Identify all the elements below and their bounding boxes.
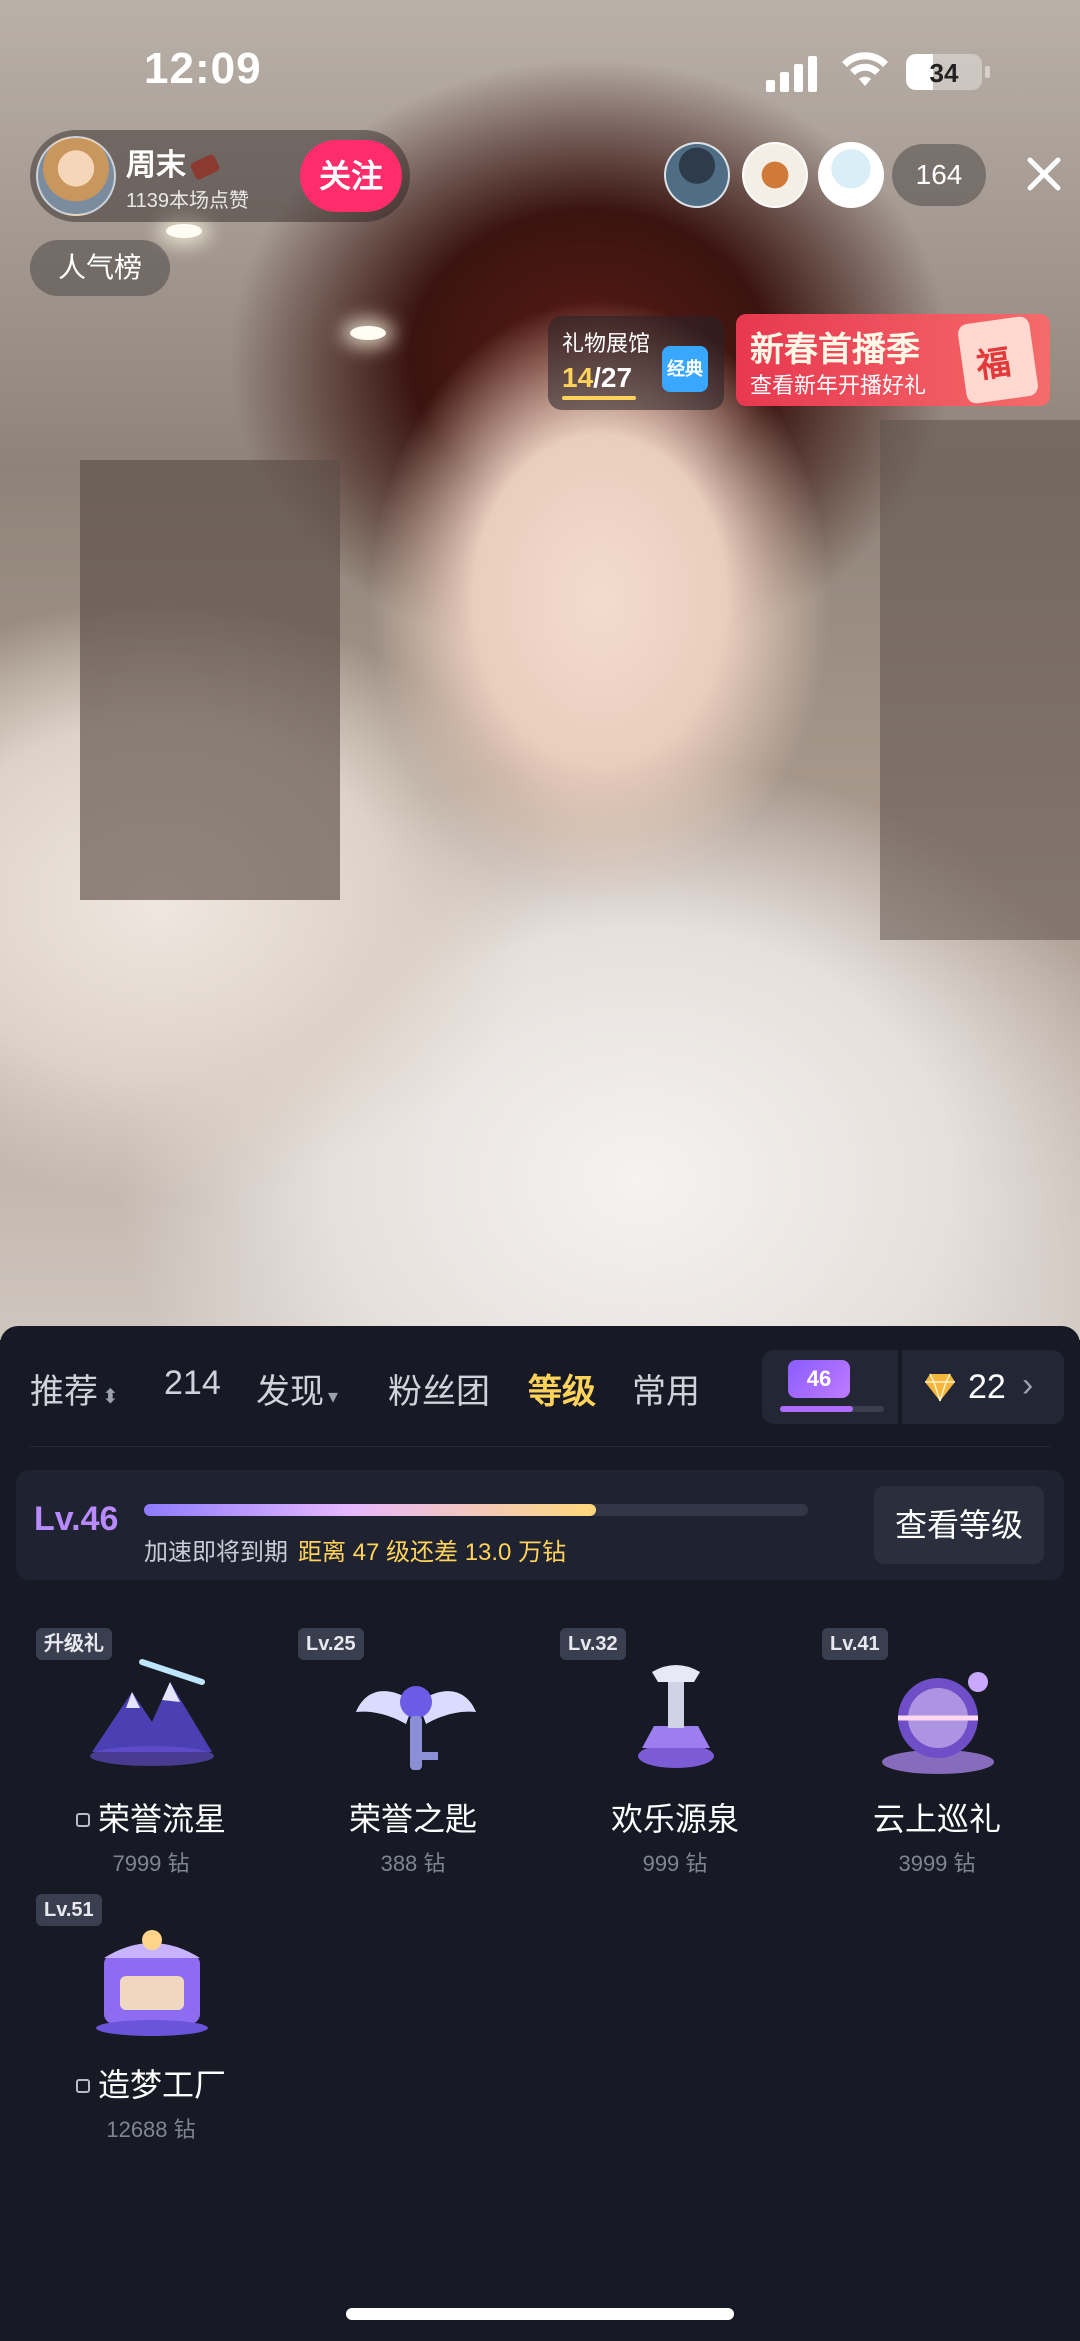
gift-item[interactable]: 升级礼 荣誉流星 7999 钻 bbox=[20, 1628, 282, 1878]
classic-tag: 经典 bbox=[662, 346, 708, 392]
divider bbox=[30, 1446, 1050, 1447]
gift-price: 999 钻 bbox=[642, 1851, 708, 1876]
boost-expiry-note: 加速即将到期 bbox=[144, 1539, 288, 1566]
promo-subtitle: 查看新年开播好礼 bbox=[750, 373, 927, 398]
tab-fan-club[interactable]: 粉丝团 bbox=[388, 1364, 490, 1413]
gift-name: 造梦工厂 bbox=[20, 2060, 282, 2106]
gift-tabs: 推荐 ⬍ 214 发现 ▾ 粉丝团 等级 常用 46 22 › bbox=[0, 1326, 1080, 1446]
home-indicator[interactable] bbox=[346, 2308, 734, 2320]
winged-key-icon bbox=[356, 1686, 476, 1770]
promo-title: 新春首播季 bbox=[750, 331, 920, 369]
follow-button[interactable]: 关注 bbox=[300, 140, 402, 212]
background-closet bbox=[80, 460, 340, 900]
gift-pavilion[interactable]: 礼物展馆 14/27 经典 bbox=[548, 316, 724, 410]
level-gem-icon: 46 bbox=[788, 1360, 850, 1398]
host-info[interactable]: 周末 1139本场点赞 关注 bbox=[30, 130, 410, 222]
gift-name: 欢乐源泉 bbox=[610, 1801, 739, 1837]
cloud-airship-icon bbox=[882, 1672, 994, 1774]
gift-name: 云上巡礼 bbox=[872, 1801, 1001, 1837]
view-level-button[interactable]: 查看等级 bbox=[874, 1486, 1044, 1564]
host-likes: 1139本场点赞 bbox=[126, 190, 250, 212]
gift-price: 7999 钻 bbox=[112, 1851, 190, 1876]
fortune-icon: 福 bbox=[956, 315, 1040, 405]
tab-214[interactable]: 214 bbox=[164, 1364, 221, 1403]
chevron-right-icon: › bbox=[1022, 1366, 1034, 1404]
gift-price: 388 钻 bbox=[380, 1851, 446, 1876]
user-level-chip[interactable]: 46 bbox=[762, 1350, 898, 1424]
new-year-promo-banner[interactable]: 新春首播季 查看新年开播好礼 福 bbox=[736, 314, 1050, 406]
gift-item[interactable]: Lv.41 云上巡礼 3999 钻 bbox=[806, 1628, 1068, 1878]
battery-level: 34 bbox=[929, 58, 959, 88]
level-card: Lv.46 加速即将到期 距离 47 级还差 13.0 万钻 查看等级 bbox=[16, 1470, 1064, 1580]
pavilion-title: 礼物展馆 bbox=[562, 331, 651, 356]
ceiling-light bbox=[166, 224, 202, 238]
lock-icon bbox=[75, 2079, 90, 2093]
chevron-down-icon: ▾ bbox=[328, 1386, 339, 1408]
tab-level[interactable]: 等级 bbox=[528, 1364, 596, 1413]
tab-frequent[interactable]: 常用 bbox=[632, 1364, 700, 1413]
battery-icon: 34 bbox=[906, 54, 990, 90]
host-avatar[interactable] bbox=[36, 136, 116, 216]
meteor-mountain-icon bbox=[90, 1659, 214, 1766]
level-info: 加速即将到期 距离 47 级还差 13.0 万钻 bbox=[144, 1532, 566, 1567]
popularity-rank-button[interactable]: 人气榜 bbox=[30, 240, 170, 296]
chocolate-icon bbox=[189, 153, 221, 181]
viewer-avatar[interactable] bbox=[664, 142, 730, 208]
wifi-icon bbox=[842, 52, 888, 86]
lock-icon bbox=[75, 1813, 90, 1827]
gift-item[interactable]: Lv.25 荣誉之匙 388 钻 bbox=[282, 1628, 544, 1878]
status-time: 12:09 bbox=[144, 44, 262, 93]
signal-icon bbox=[766, 56, 826, 92]
viewer-avatar[interactable] bbox=[818, 142, 884, 208]
gift-price: 12688 钻 bbox=[106, 2117, 196, 2142]
pavilion-progress: 14/27 bbox=[562, 362, 633, 393]
level-mini-progress bbox=[780, 1406, 884, 1412]
host-name[interactable]: 周末 bbox=[126, 140, 221, 184]
close-icon[interactable] bbox=[1020, 150, 1068, 198]
viewer-avatar[interactable] bbox=[742, 142, 808, 208]
fountain-icon bbox=[638, 1665, 714, 1768]
ceiling-light bbox=[350, 326, 386, 340]
gift-price: 3999 钻 bbox=[898, 1851, 976, 1876]
viewer-count[interactable]: 164 bbox=[892, 144, 986, 206]
pavilion-progress-bar bbox=[562, 396, 636, 400]
diamond-icon bbox=[925, 1373, 955, 1402]
sort-icon: ⬍ bbox=[102, 1386, 119, 1408]
tab-recommend[interactable]: 推荐 ⬍ bbox=[30, 1364, 119, 1413]
gift-item[interactable]: Lv.51 造梦工厂 12688 钻 bbox=[20, 1894, 282, 2144]
current-level: Lv.46 bbox=[34, 1500, 119, 1538]
gift-item[interactable]: Lv.32 欢乐源泉 999 钻 bbox=[544, 1628, 806, 1878]
next-level-requirement: 距离 47 级还差 13.0 万钻 bbox=[298, 1539, 567, 1566]
diamond-balance[interactable]: 22 › bbox=[902, 1350, 1064, 1424]
dream-factory-icon bbox=[96, 1930, 208, 2036]
diamond-count: 22 bbox=[968, 1368, 1006, 1406]
gift-panel: 推荐 ⬍ 214 发现 ▾ 粉丝团 等级 常用 46 22 › Lv.46 加速即将… bbox=[0, 1326, 1080, 2341]
background-wall bbox=[880, 420, 1080, 940]
level-progress-bar bbox=[144, 1504, 808, 1516]
gift-name: 荣誉流星 bbox=[20, 1794, 282, 1840]
gift-name: 荣誉之匙 bbox=[348, 1801, 477, 1837]
tab-discover[interactable]: 发现 ▾ bbox=[256, 1364, 338, 1413]
